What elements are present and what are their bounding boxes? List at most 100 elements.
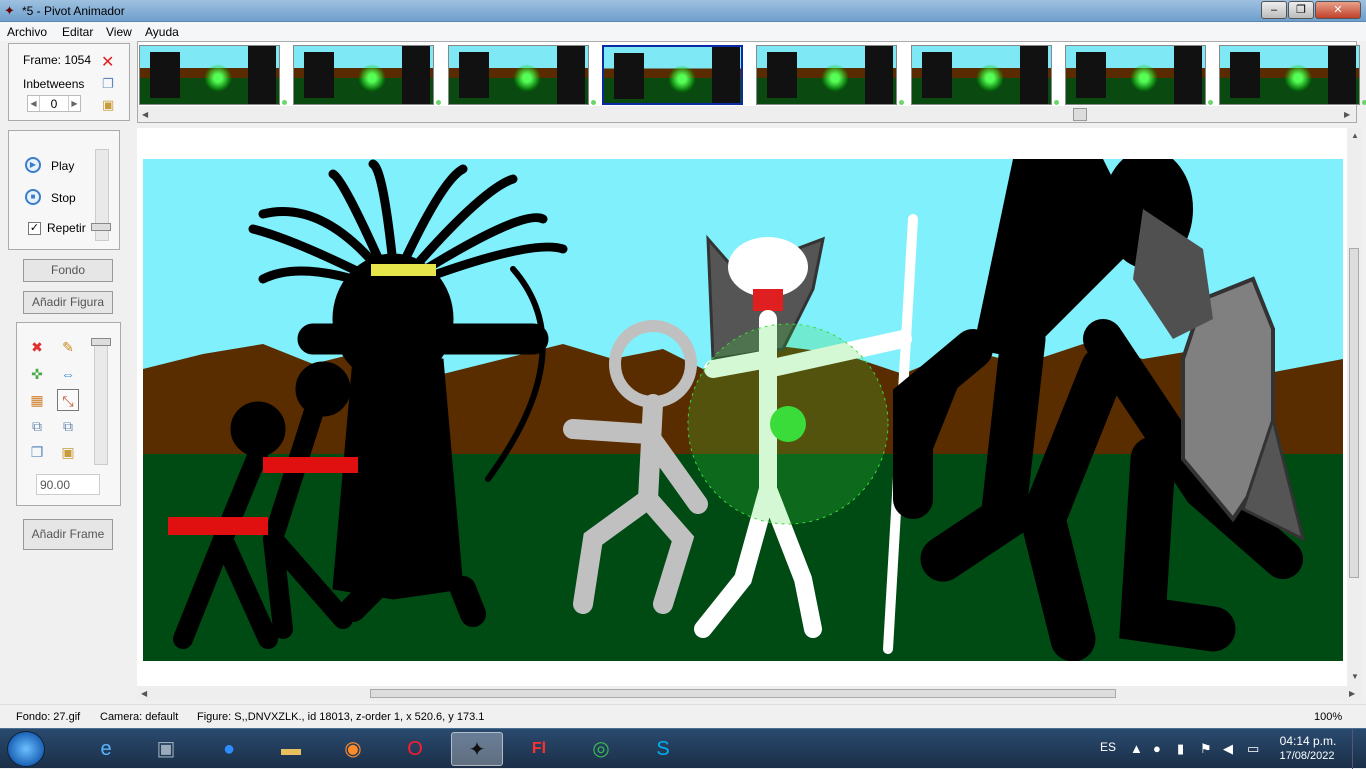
playback-panel: ▶ Play ■ Stop ✓ Repetir xyxy=(8,130,120,250)
stop-label[interactable]: Stop xyxy=(51,191,76,205)
scroll-down-icon[interactable]: ▼ xyxy=(1351,672,1359,681)
raise-icon[interactable]: ⧉ xyxy=(57,415,79,437)
clock-date[interactable]: 17/08/2022 xyxy=(1276,750,1338,762)
play-label[interactable]: Play xyxy=(51,159,74,173)
paste-icon[interactable]: ▣ xyxy=(57,441,79,463)
frame-thumbnail[interactable] xyxy=(756,45,898,105)
status-fondo: Fondo: 27.gif xyxy=(16,711,81,723)
minimize-button[interactable]: – xyxy=(1261,1,1287,19)
frame-label: Frame: 1054 xyxy=(23,53,92,67)
frame-thumbnail[interactable] xyxy=(447,45,589,105)
clock-time[interactable]: 04:14 p.m. xyxy=(1278,734,1338,748)
frame-thumbnail[interactable] xyxy=(910,45,1052,105)
stepper-increment-icon[interactable]: ▶ xyxy=(68,96,80,111)
opera-icon[interactable]: O xyxy=(389,732,441,766)
flip-icon[interactable]: ⇔ xyxy=(57,363,79,385)
menu-archivo[interactable]: Archivo xyxy=(7,25,47,39)
frame-thumbnail[interactable] xyxy=(293,45,435,105)
repeat-label[interactable]: Repetir xyxy=(47,221,86,235)
zoom-icon[interactable]: ● xyxy=(203,732,255,766)
stage-vertical-scrollbar[interactable]: ▲ ▼ xyxy=(1347,128,1362,686)
stop-icon[interactable]: ■ xyxy=(25,189,41,205)
taskbar: e ▣ ● ▬ ◉ O ✦ Fl ◎ S ES ▲ ● ▮ ⚑ ◀ ▭ 04:1… xyxy=(0,728,1366,769)
fondo-button[interactable]: Fondo xyxy=(23,259,113,282)
color-icon[interactable]: ▦ xyxy=(26,389,48,411)
scroll-left-icon[interactable]: ◀ xyxy=(142,110,148,119)
menu-bar: Archivo Editar View Ayuda xyxy=(0,22,1366,41)
keyframe-dot xyxy=(436,100,442,105)
network-icon[interactable]: ▭ xyxy=(1247,741,1259,757)
repeat-checkbox[interactable]: ✓ xyxy=(28,222,41,235)
copy-icon[interactable]: ❐ xyxy=(26,441,48,463)
speed-slider-handle[interactable] xyxy=(91,223,111,231)
volume-icon[interactable]: ◀ xyxy=(1223,741,1233,757)
inbetweens-value[interactable]: 0 xyxy=(40,97,68,111)
status-camera: Camera: default xyxy=(100,711,179,723)
timeline-scroll-thumb[interactable] xyxy=(1073,108,1087,121)
copy-frame-icon[interactable]: ❐ xyxy=(102,76,114,92)
center-icon[interactable]: ✜ xyxy=(26,363,48,385)
keyframe-dot xyxy=(899,100,905,105)
language-indicator[interactable]: ES xyxy=(1100,740,1116,754)
figure-size-slider-handle[interactable] xyxy=(91,338,111,346)
close-button[interactable]: ✕ xyxy=(1315,1,1361,19)
frame-thumbnail[interactable] xyxy=(601,45,743,105)
tray-device-icon[interactable]: ▮ xyxy=(1177,741,1184,757)
lower-icon[interactable]: ⧉ xyxy=(26,415,48,437)
firefox-icon[interactable]: ◉ xyxy=(327,732,379,766)
paste-frame-icon[interactable]: ▣ xyxy=(102,97,114,113)
explorer-icon[interactable]: ▣ xyxy=(140,732,192,766)
frame-thumbnail[interactable] xyxy=(1219,45,1361,105)
delete-frame-icon[interactable]: ✕ xyxy=(101,52,114,72)
flash-icon[interactable]: Fl xyxy=(513,732,565,766)
maximize-button[interactable]: ❐ xyxy=(1288,1,1314,19)
skype-icon[interactable]: S xyxy=(637,732,689,766)
add-figure-button[interactable]: Añadir Figura xyxy=(23,291,113,314)
pivot-icon[interactable]: ✦ xyxy=(451,732,503,766)
keyframe-dot xyxy=(1362,100,1366,105)
timeline-scrollbar[interactable]: ◀ ▶ xyxy=(138,106,1356,122)
menu-ayuda[interactable]: Ayuda xyxy=(145,25,179,39)
menu-editar[interactable]: Editar xyxy=(62,25,93,39)
play-icon[interactable]: ▶ xyxy=(25,157,41,173)
start-button[interactable] xyxy=(7,731,45,767)
status-figure: Figure: S,,DNVXZLK., id 18013, z-order 1… xyxy=(197,711,485,723)
menu-view[interactable]: View xyxy=(106,25,132,39)
stepper-decrement-icon[interactable]: ◀ xyxy=(28,96,40,111)
status-bar: Fondo: 27.gif Camera: default Figure: S,… xyxy=(0,704,1366,728)
add-frame-button[interactable]: Añadir Frame xyxy=(23,519,113,550)
tray-app-icon[interactable]: ● xyxy=(1153,741,1161,756)
status-zoom: 100% xyxy=(1314,711,1343,723)
animation-canvas[interactable] xyxy=(143,159,1343,661)
angle-input[interactable]: 90.00 xyxy=(36,474,100,495)
tray-expand-icon[interactable]: ▲ xyxy=(1130,741,1143,756)
frame-thumbnail[interactable] xyxy=(139,45,280,105)
keyframe-dot xyxy=(282,100,287,105)
figure-tools-panel: ✖ ✎ ✜ ⇔ ▦ ⤡ ⧉ ⧉ ❐ ▣ 90.00 xyxy=(16,322,121,506)
stage-vscroll-thumb[interactable] xyxy=(1349,248,1359,578)
stage-horizontal-scrollbar[interactable]: ◀ ▶ xyxy=(137,686,1362,701)
scale-icon[interactable]: ⤡ xyxy=(57,389,79,411)
frame-timeline[interactable]: ◀ ▶ xyxy=(137,41,1366,123)
scroll-left-icon[interactable]: ◀ xyxy=(141,689,147,698)
inbetweens-stepper[interactable]: ◀ 0 ▶ xyxy=(27,95,81,112)
figure-size-slider[interactable] xyxy=(94,338,108,465)
chrome-icon[interactable]: ◎ xyxy=(575,732,627,766)
stage-hscroll-thumb[interactable] xyxy=(370,689,1116,698)
folder-icon[interactable]: ▬ xyxy=(265,732,317,766)
scroll-right-icon[interactable]: ▶ xyxy=(1344,110,1350,119)
pencil-icon[interactable]: ✎ xyxy=(57,336,79,358)
scroll-up-icon[interactable]: ▲ xyxy=(1351,131,1359,140)
ie-icon[interactable]: e xyxy=(80,732,132,766)
title-bar: ✦ *5 - Pivot Animador – ❐ ✕ xyxy=(0,0,1366,22)
scroll-right-icon[interactable]: ▶ xyxy=(1349,689,1355,698)
delete-icon[interactable]: ✖ xyxy=(26,336,48,358)
show-desktop-button[interactable] xyxy=(1352,729,1366,769)
keyframe-dot xyxy=(590,100,596,105)
frame-thumbnail[interactable] xyxy=(1064,45,1206,105)
keyframe-dot xyxy=(1053,100,1059,105)
stage-area[interactable] xyxy=(137,128,1347,686)
window-title: *5 - Pivot Animador xyxy=(22,4,125,18)
action-center-icon[interactable]: ⚑ xyxy=(1200,741,1212,757)
keyframe-dot xyxy=(1207,100,1213,105)
